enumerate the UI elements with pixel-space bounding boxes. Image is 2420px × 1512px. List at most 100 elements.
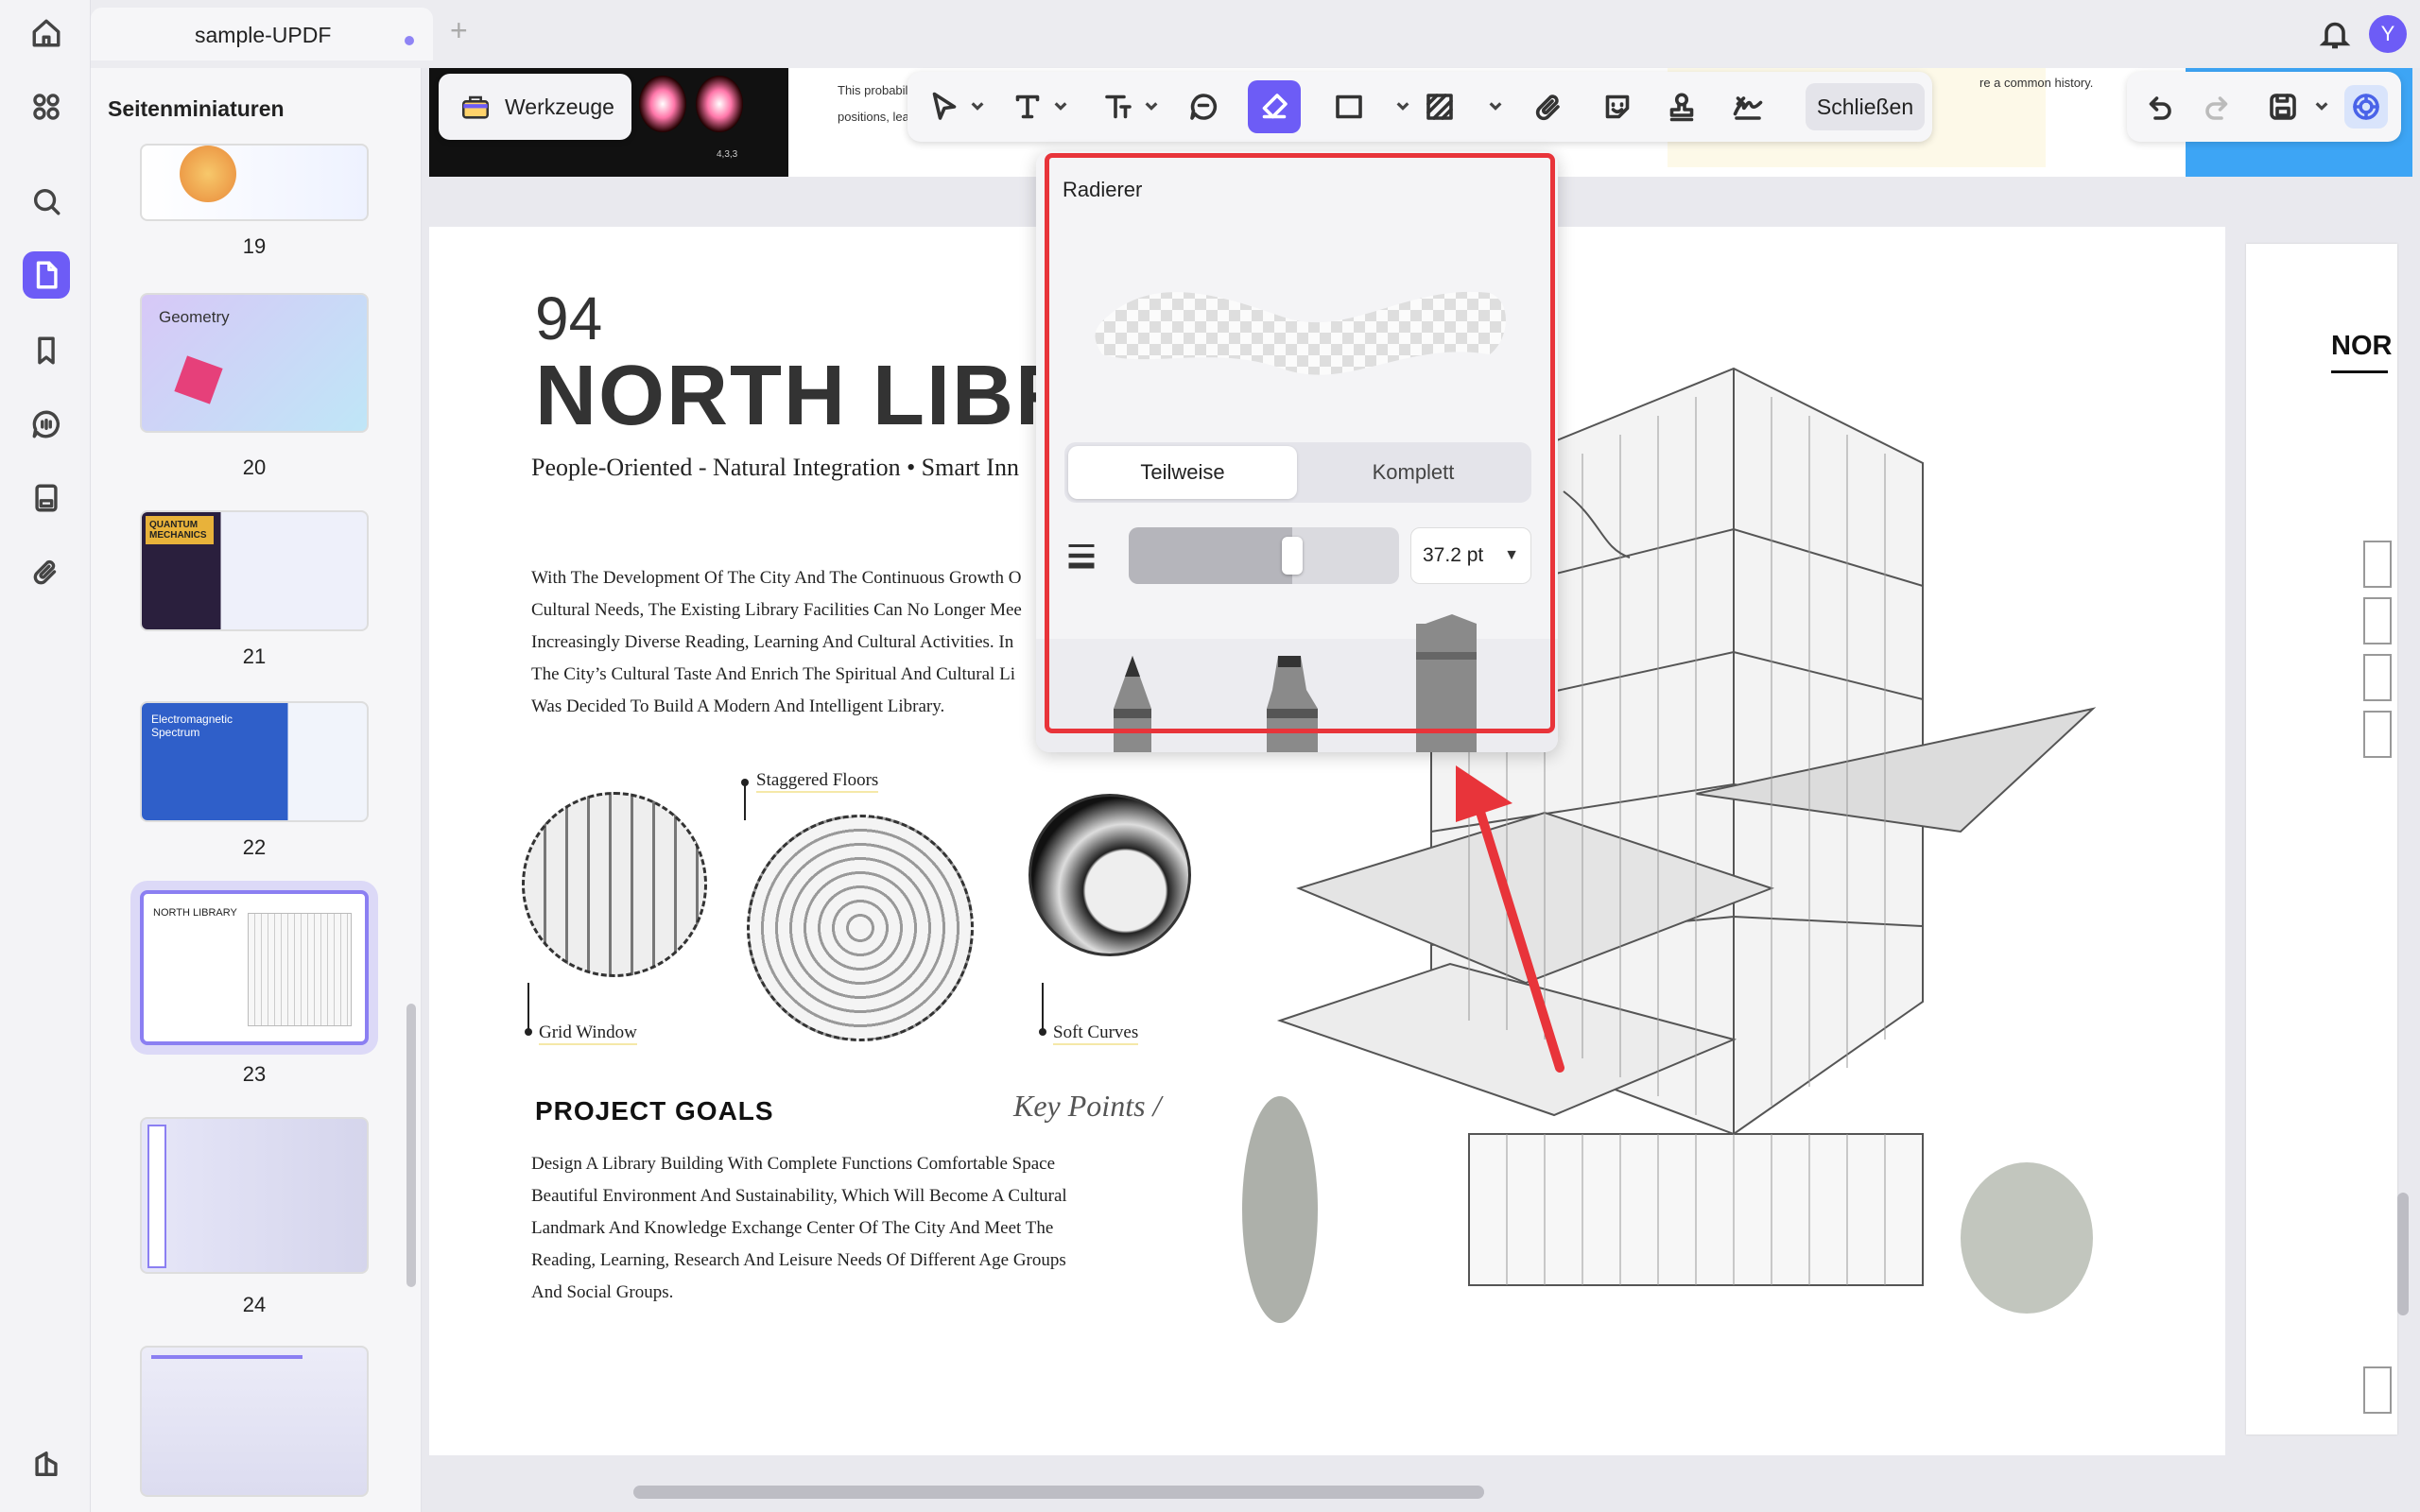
save-icon[interactable] bbox=[2261, 85, 2305, 129]
text-line: Increasingly Diverse Reading, Learning A… bbox=[531, 632, 1014, 652]
highlight-frame bbox=[1045, 153, 1555, 733]
home-icon[interactable] bbox=[23, 9, 70, 57]
chevron-down-icon[interactable] bbox=[2312, 94, 2331, 117]
horizontal-scrollbar[interactable] bbox=[633, 1486, 1484, 1499]
unsaved-dot bbox=[405, 36, 414, 45]
thumbnail-page-23[interactable]: NORTH LIBRARY bbox=[140, 890, 369, 1045]
thumbnail-label: NORTH LIBRARY bbox=[153, 907, 237, 919]
next-page-box bbox=[2363, 711, 2392, 758]
pages-icon[interactable] bbox=[23, 251, 70, 299]
document-tab[interactable]: sample-UPDF bbox=[91, 8, 433, 60]
callout-grid-window: Grid Window bbox=[539, 1022, 637, 1045]
chevron-down-icon[interactable] bbox=[1051, 94, 1070, 117]
layers-icon[interactable] bbox=[23, 1440, 70, 1487]
next-page-box bbox=[2363, 654, 2392, 701]
thumbnail-label: QUANTUM MECHANICS bbox=[146, 516, 214, 544]
next-page-box bbox=[2363, 541, 2392, 588]
key-points-label: Key Points / bbox=[1013, 1089, 1162, 1123]
thumbnail-number: 19 bbox=[242, 234, 267, 258]
attachment-icon[interactable] bbox=[23, 548, 70, 595]
stamp-icon[interactable] bbox=[1660, 85, 1703, 129]
thumbnail-page-25[interactable] bbox=[140, 1346, 369, 1497]
chevron-down-icon[interactable] bbox=[1142, 94, 1161, 117]
vertical-scrollbar[interactable] bbox=[2397, 1193, 2409, 1315]
leader-line bbox=[527, 983, 529, 1034]
thumbnail-page-24[interactable] bbox=[140, 1117, 369, 1274]
thumbnail-number: 24 bbox=[242, 1293, 267, 1316]
text-icon[interactable] bbox=[1006, 85, 1049, 129]
next-page-title: NOR bbox=[2331, 331, 2393, 361]
tab-bar: sample-UPDF + Y bbox=[91, 0, 2420, 68]
history-toolbar bbox=[2127, 72, 2401, 142]
chevron-down-icon[interactable] bbox=[1393, 94, 1412, 117]
grid-window-image bbox=[522, 792, 707, 977]
callout-soft-curves: Soft Curves bbox=[1053, 1022, 1139, 1045]
thumbnail-number: 20 bbox=[242, 455, 267, 479]
text-line: Beautiful Environment And Sustainability… bbox=[531, 1186, 1067, 1206]
next-page: NOR bbox=[2246, 244, 2397, 1435]
ai-icon[interactable] bbox=[2344, 85, 2388, 129]
leader-dot bbox=[1039, 1028, 1046, 1036]
comment-icon[interactable] bbox=[1182, 85, 1225, 129]
image-label: 4,3,3 bbox=[717, 149, 738, 160]
thumbnail-panel-title: Seitenminiaturen bbox=[108, 96, 285, 121]
text-line: Cultural Needs, The Existing Library Fac… bbox=[531, 600, 1022, 620]
close-toolbar-button[interactable]: Schließen bbox=[1806, 83, 1925, 130]
rectangle-icon[interactable] bbox=[1327, 85, 1371, 129]
pointer-arrow-icon bbox=[1456, 765, 1564, 1073]
thumbnail-number: 21 bbox=[242, 644, 267, 668]
signature-icon[interactable] bbox=[1726, 85, 1770, 129]
thumbnail-number: 22 bbox=[242, 835, 267, 859]
balloon-image bbox=[180, 146, 236, 202]
project-goals-heading: PROJECT GOALS bbox=[535, 1096, 774, 1125]
hatch-icon[interactable] bbox=[1418, 85, 1461, 129]
bookmark-icon[interactable] bbox=[23, 327, 70, 374]
tools-button[interactable]: Werkzeuge bbox=[439, 74, 631, 140]
thumbnail-scrollbar[interactable] bbox=[406, 1004, 416, 1287]
next-page-box bbox=[2363, 597, 2392, 644]
sticker-icon[interactable] bbox=[1596, 85, 1639, 129]
text-line: Landmark And Knowledge Exchange Center O… bbox=[531, 1218, 1054, 1238]
thumbnail-page-21[interactable]: QUANTUM MECHANICS bbox=[140, 510, 369, 631]
new-tab-button[interactable]: + bbox=[450, 13, 468, 48]
eraser-icon[interactable] bbox=[1248, 80, 1301, 133]
attachment-icon[interactable] bbox=[1528, 85, 1571, 129]
redo-icon[interactable] bbox=[2197, 85, 2240, 129]
comment-icon[interactable] bbox=[23, 401, 70, 448]
search-icon[interactable] bbox=[23, 178, 70, 225]
avatar[interactable]: Y bbox=[2369, 15, 2407, 53]
left-icon-rail bbox=[0, 0, 91, 1512]
next-page-underline bbox=[2331, 370, 2388, 373]
undo-icon[interactable] bbox=[2136, 85, 2180, 129]
chevron-down-icon[interactable] bbox=[1486, 94, 1505, 117]
text-line: Design A Library Building With Complete … bbox=[531, 1154, 1056, 1174]
previous-page-text: positions, lea bbox=[838, 110, 909, 124]
soft-curves-image bbox=[1028, 794, 1191, 956]
annotation-toolbar: Schließen bbox=[908, 72, 1932, 142]
thumbnail-page-20[interactable]: Geometry bbox=[140, 293, 369, 433]
leader-line bbox=[1042, 983, 1044, 1034]
thumbnail-panel: Seitenminiaturen 19 Geometry 20 QUANTUM … bbox=[91, 68, 422, 1512]
text-line: And Social Groups. bbox=[531, 1282, 674, 1302]
intro-paragraph: With The Development Of The City And The… bbox=[531, 562, 1061, 723]
text-line: Reading, Learning, Research And Leisure … bbox=[531, 1250, 1066, 1270]
glow-image bbox=[639, 76, 686, 132]
thumbnail-page-22[interactable]: Electromagnetic Spectrum bbox=[140, 701, 369, 822]
text-box-icon[interactable] bbox=[1097, 85, 1140, 129]
text-line: The City’s Cultural Taste And Enrich The… bbox=[531, 664, 1015, 684]
bell-icon[interactable] bbox=[2318, 17, 2352, 51]
previous-page-text: re a common history. bbox=[1979, 76, 2094, 90]
thumbnail-label: Geometry bbox=[159, 308, 230, 326]
plan-image bbox=[147, 1125, 166, 1268]
select-icon[interactable] bbox=[923, 85, 966, 129]
thumbnail-label: Electromagnetic Spectrum bbox=[151, 713, 233, 739]
grid-icon[interactable] bbox=[23, 83, 70, 130]
chevron-down-icon[interactable] bbox=[968, 94, 987, 117]
shape-image bbox=[174, 355, 223, 404]
form-icon[interactable] bbox=[23, 474, 70, 522]
page-title: NORTH LIBR bbox=[535, 349, 1079, 443]
glow-image bbox=[696, 76, 743, 132]
callout-staggered-floors: Staggered Floors bbox=[756, 770, 879, 793]
tools-button-label: Werkzeuge bbox=[505, 94, 614, 119]
thumbnail-page-19[interactable] bbox=[140, 144, 369, 221]
